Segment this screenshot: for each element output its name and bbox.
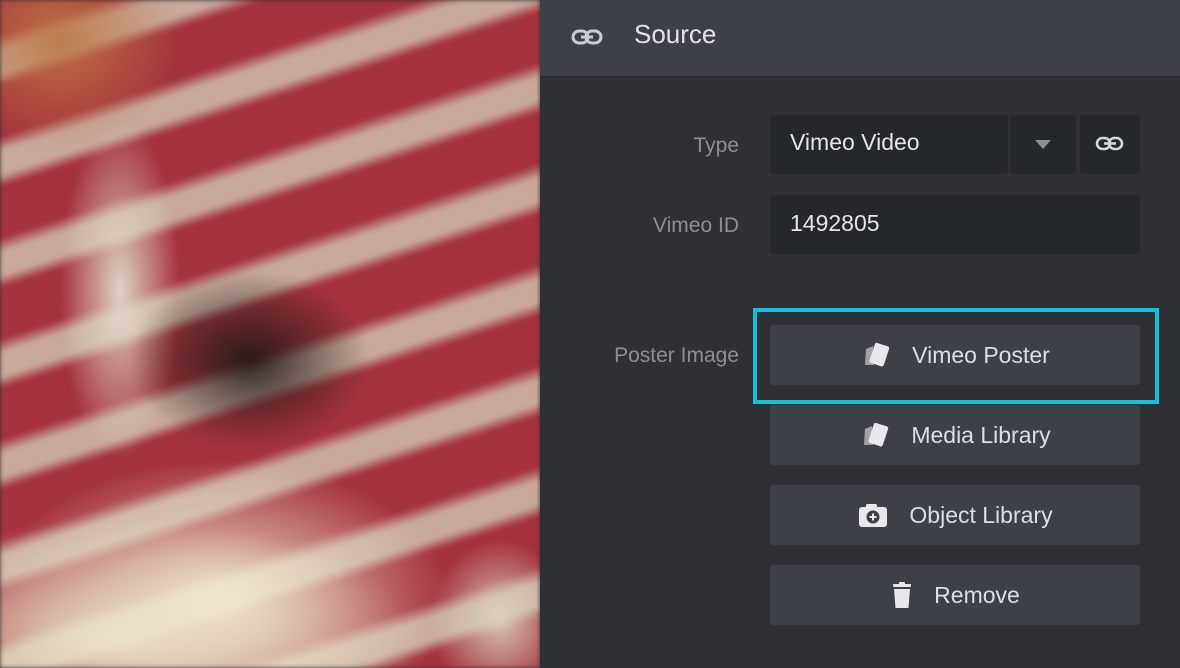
type-select-value: Vimeo Video: [790, 129, 920, 155]
vimeo-id-value: 1492805: [790, 210, 880, 236]
object-library-button[interactable]: Object Library: [770, 485, 1140, 545]
remove-label: Remove: [934, 581, 1020, 608]
image-icon: [864, 422, 889, 447]
type-select[interactable]: Vimeo Video: [770, 115, 1008, 174]
preview-image: [0, 0, 540, 668]
link-toggle-button[interactable]: [1080, 115, 1140, 174]
media-library-label: Media Library: [911, 421, 1051, 448]
remove-button[interactable]: Remove: [770, 565, 1140, 625]
object-library-label: Object Library: [909, 501, 1053, 528]
panel-header: Source: [540, 0, 1180, 77]
settings-panel: Source Type Vimeo Video Vimeo ID 1492805…: [540, 0, 1180, 668]
type-dropdown-button[interactable]: [1010, 115, 1076, 174]
vimeo-id-field[interactable]: 1492805: [770, 195, 1140, 254]
type-label: Type: [693, 134, 739, 157]
trash-icon: [893, 582, 912, 608]
chevron-down-icon: [1035, 140, 1051, 149]
link-icon: [571, 29, 603, 45]
poster-image-label: Poster Image: [614, 344, 739, 367]
highlight-frame: [753, 308, 1159, 404]
vimeo-id-label: Vimeo ID: [653, 214, 739, 237]
camera-plus-icon: [859, 504, 888, 527]
panel-title: Source: [634, 19, 717, 49]
link-icon: [1095, 136, 1124, 151]
media-library-button[interactable]: Media Library: [770, 405, 1140, 465]
